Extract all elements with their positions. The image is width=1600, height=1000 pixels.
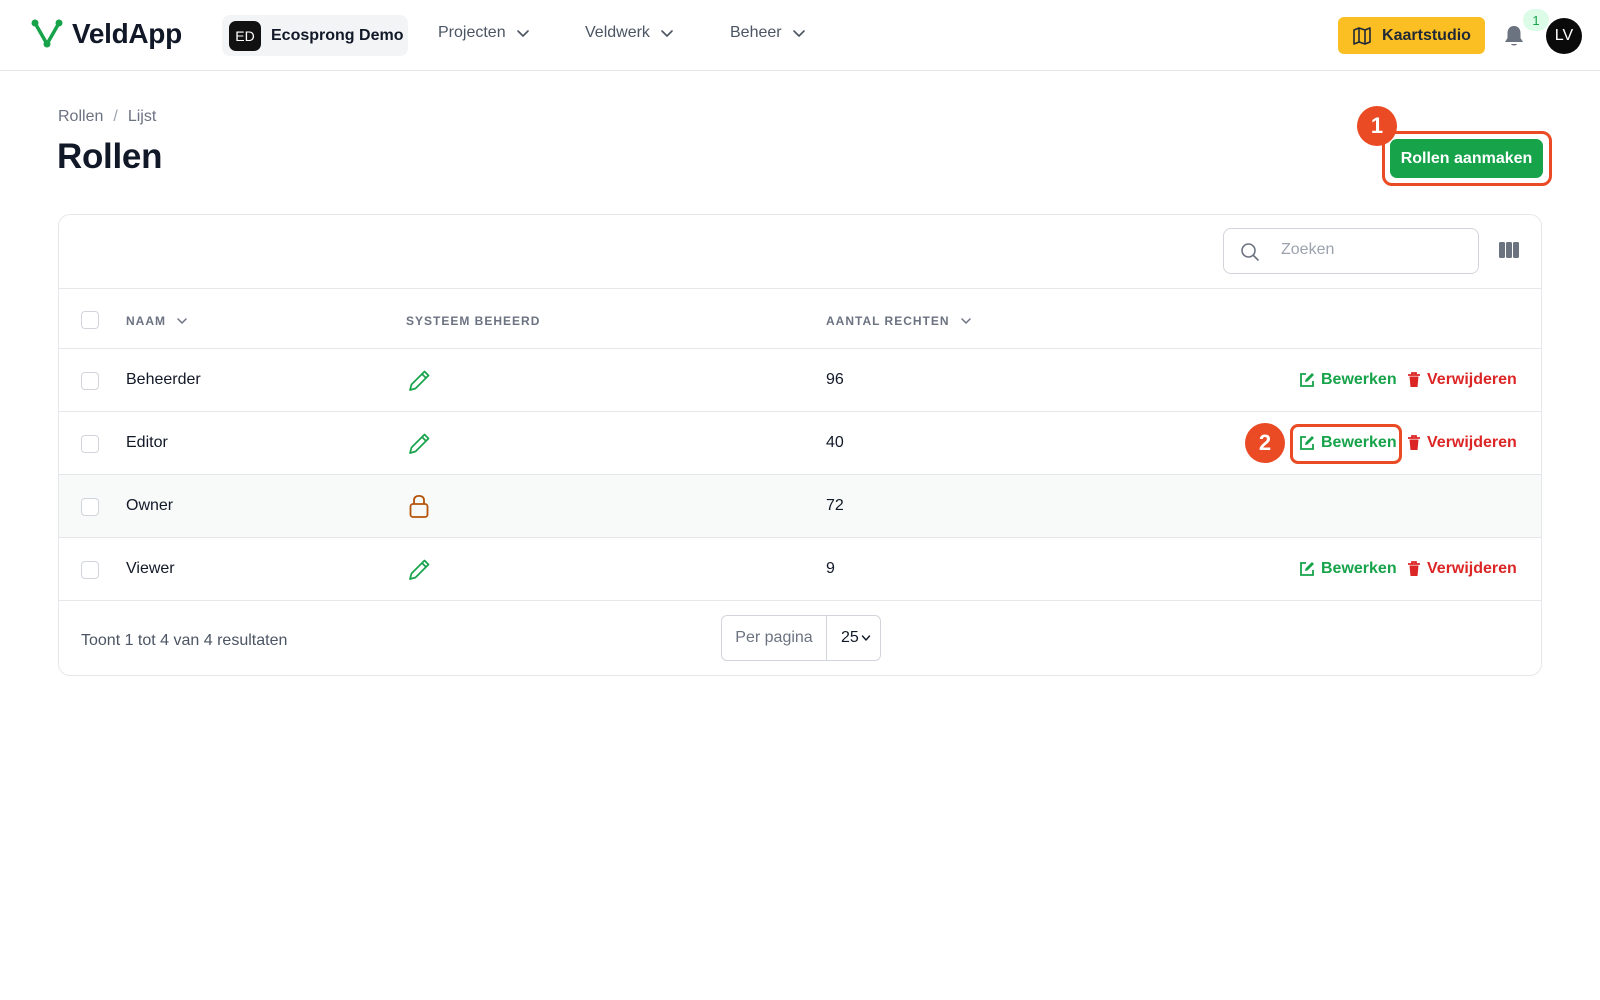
user-avatar[interactable]: LV xyxy=(1546,18,1582,54)
row-checkbox[interactable] xyxy=(81,372,99,390)
nav-projecten[interactable]: Projecten xyxy=(438,24,530,42)
column-header-name[interactable]: NAAM xyxy=(126,314,188,328)
pagination-summary: Toont 1 tot 4 van 4 resultaten xyxy=(81,632,288,649)
trash-icon xyxy=(1408,435,1420,450)
chevron-down-icon xyxy=(177,318,187,324)
table-row[interactable]: Owner 72 xyxy=(59,475,1541,538)
chevron-down-icon xyxy=(960,318,971,324)
edit-button[interactable]: Bewerken xyxy=(1299,560,1397,578)
per-page-select[interactable]: Per pagina 25 xyxy=(721,615,881,661)
role-name: Editor xyxy=(126,434,168,451)
roles-table-card: NAAM SYSTEEM BEHEERD AANTAL RECHTEN Behe… xyxy=(58,214,1542,676)
tenant-name: Ecosprong Demo xyxy=(271,26,404,44)
breadcrumb-separator: / xyxy=(113,108,118,125)
chevron-down-icon xyxy=(661,30,673,37)
kaartstudio-button[interactable]: Kaartstudio xyxy=(1338,17,1485,54)
row-checkbox[interactable] xyxy=(81,498,99,516)
edit-icon xyxy=(1300,562,1314,576)
column-header-rights[interactable]: AANTAL RECHTEN xyxy=(826,314,972,328)
step-marker-2: 2 xyxy=(1245,423,1285,463)
edit-button[interactable]: Bewerken xyxy=(1299,434,1397,452)
search-input[interactable] xyxy=(1281,241,1461,259)
row-checkbox[interactable] xyxy=(81,561,99,579)
column-label: AANTAL RECHTEN xyxy=(826,314,950,328)
rights-count: 9 xyxy=(826,560,835,577)
map-icon xyxy=(1353,26,1371,45)
top-bar: VeldApp ED Ecosprong Demo Projecten Veld… xyxy=(0,0,1600,71)
logo-icon xyxy=(31,19,63,48)
select-all-checkbox[interactable] xyxy=(81,311,99,329)
table-row[interactable]: Beheerder 96 Bewerken Verwijderen xyxy=(59,349,1541,412)
create-role-button[interactable]: Rollen aanmaken xyxy=(1390,139,1543,178)
trash-icon xyxy=(1408,561,1420,576)
edit-button[interactable]: Bewerken xyxy=(1299,371,1397,389)
delete-button[interactable]: Verwijderen xyxy=(1407,560,1517,578)
edit-label: Bewerken xyxy=(1321,434,1397,451)
role-name: Beheerder xyxy=(126,371,201,388)
column-label: SYSTEEM BEHEERD xyxy=(406,314,541,328)
notification-count: 1 xyxy=(1523,9,1549,31)
tenant-badge: ED xyxy=(229,20,261,51)
per-page-value-wrap[interactable]: 25 xyxy=(827,616,880,660)
delete-button[interactable]: Verwijderen xyxy=(1407,434,1517,452)
kaartstudio-label: Kaartstudio xyxy=(1382,26,1471,44)
row-checkbox[interactable] xyxy=(81,435,99,453)
step-marker-1: 1 xyxy=(1357,106,1397,146)
role-name: Owner xyxy=(126,497,174,514)
edit-label: Bewerken xyxy=(1321,560,1397,577)
trash-icon xyxy=(1408,372,1420,387)
notifications-button[interactable] xyxy=(1503,24,1525,53)
table-row[interactable]: Editor 40 2 Bewerken Verwijderen xyxy=(59,412,1541,475)
breadcrumb-root[interactable]: Rollen xyxy=(58,108,103,126)
lock-icon xyxy=(409,494,429,518)
delete-button[interactable]: Verwijderen xyxy=(1407,371,1517,389)
edit-icon xyxy=(1300,436,1314,450)
pencil-icon xyxy=(409,370,430,391)
column-label: NAAM xyxy=(126,314,166,328)
breadcrumb-current: Lijst xyxy=(127,108,157,125)
app-name: VeldApp xyxy=(72,18,182,49)
pencil-icon xyxy=(409,559,430,580)
column-header-system: SYSTEEM BEHEERD xyxy=(406,314,540,328)
edit-label: Bewerken xyxy=(1321,371,1397,388)
nav-beheer[interactable]: Beheer xyxy=(730,24,806,42)
table-row[interactable]: Viewer 9 Bewerken Verwijderen xyxy=(59,538,1541,601)
tenant-switcher[interactable]: ED Ecosprong Demo xyxy=(222,15,408,56)
columns-toggle-icon[interactable] xyxy=(1498,241,1520,259)
breadcrumb: Rollen / Lijst xyxy=(58,108,156,126)
per-page-label: Per pagina xyxy=(722,616,827,660)
nav-label: Veldwerk xyxy=(585,24,650,41)
table-header-row: NAAM SYSTEEM BEHEERD AANTAL RECHTEN xyxy=(59,289,1541,349)
table-toolbar xyxy=(59,215,1541,289)
chevron-down-icon xyxy=(516,30,529,37)
app-logo[interactable]: VeldApp xyxy=(30,18,182,50)
edit-icon xyxy=(1300,373,1314,387)
role-name: Viewer xyxy=(126,560,175,577)
pencil-icon xyxy=(409,433,430,454)
bell-icon xyxy=(1505,26,1523,46)
nav-label: Projecten xyxy=(438,24,506,41)
rights-count: 72 xyxy=(826,497,844,514)
delete-label: Verwijderen xyxy=(1427,371,1517,388)
delete-label: Verwijderen xyxy=(1427,434,1517,451)
delete-label: Verwijderen xyxy=(1427,560,1517,577)
search-icon xyxy=(1241,243,1259,261)
chevron-down-icon xyxy=(861,635,870,641)
search-field[interactable] xyxy=(1223,228,1479,274)
nav-label: Beheer xyxy=(730,24,782,41)
rights-count: 40 xyxy=(826,434,844,451)
rights-count: 96 xyxy=(826,371,844,388)
chevron-down-icon xyxy=(792,30,805,37)
per-page-value: 25 xyxy=(841,629,859,646)
nav-veldwerk[interactable]: Veldwerk xyxy=(585,24,674,42)
page-title: Rollen xyxy=(57,137,163,176)
